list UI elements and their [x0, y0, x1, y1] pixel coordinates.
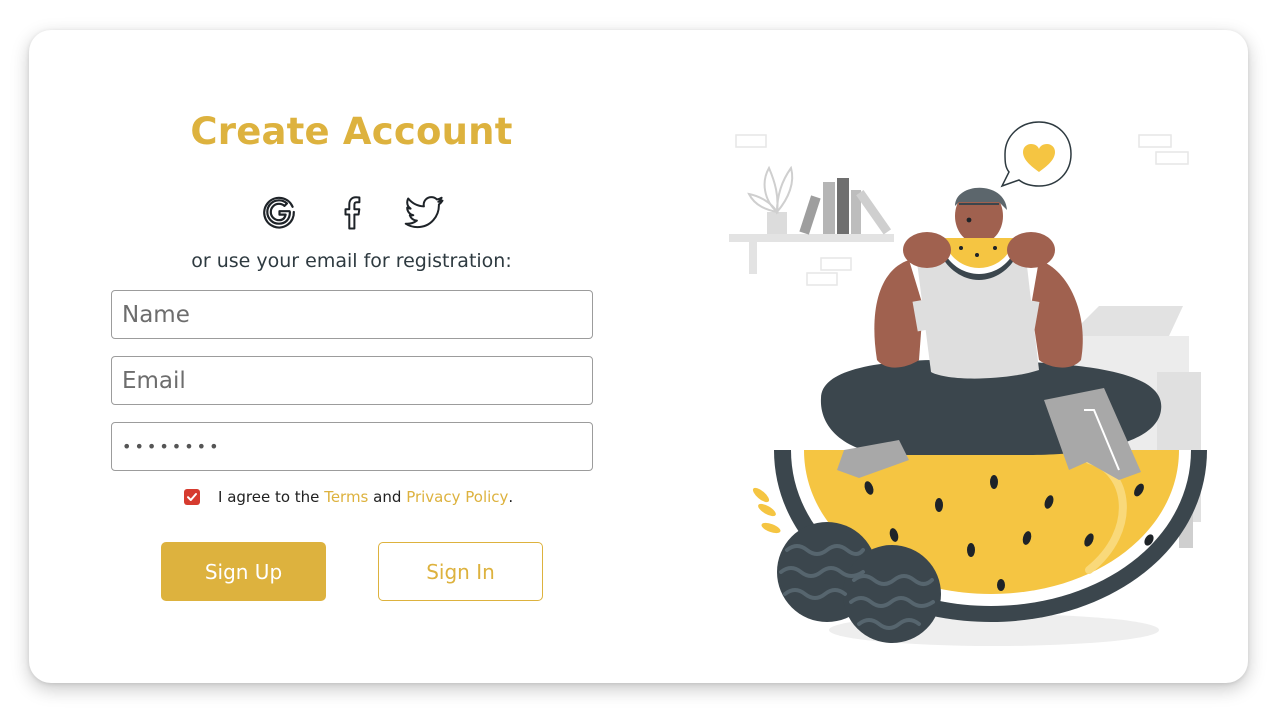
- registration-subtitle: or use your email for registration:: [191, 250, 512, 272]
- signup-form: Create Account or use your email for reg…: [29, 30, 674, 683]
- sign-up-button[interactable]: Sign Up: [161, 542, 326, 601]
- agree-suffix: .: [508, 488, 514, 506]
- agree-prefix: I agree to the: [218, 488, 320, 506]
- agree-checkbox[interactable]: [184, 489, 200, 505]
- heart-speech-bubble: [1000, 121, 1072, 188]
- twitter-login-button[interactable]: [403, 190, 447, 234]
- twitter-icon: [404, 196, 444, 229]
- email-input[interactable]: [111, 356, 593, 405]
- google-icon: [263, 196, 295, 229]
- page-title: Create Account: [190, 110, 513, 153]
- checkmark-icon: [187, 493, 197, 501]
- terms-agreement: I agree to the Terms and Privacy Policy.: [184, 486, 513, 508]
- terms-link[interactable]: Terms: [324, 488, 368, 506]
- social-login-group: [257, 190, 447, 234]
- shelf: [729, 165, 894, 274]
- signup-card: Create Account or use your email for reg…: [29, 30, 1248, 683]
- facebook-login-button[interactable]: [330, 190, 374, 234]
- google-login-button[interactable]: [257, 190, 301, 234]
- agree-and: and: [373, 488, 402, 506]
- password-input[interactable]: [111, 422, 593, 471]
- privacy-policy-link[interactable]: Privacy Policy: [406, 488, 508, 506]
- watermelon-illustration: [729, 121, 1207, 646]
- facebook-icon: [344, 196, 361, 230]
- name-input[interactable]: [111, 290, 593, 339]
- sign-in-button[interactable]: Sign In: [378, 542, 543, 601]
